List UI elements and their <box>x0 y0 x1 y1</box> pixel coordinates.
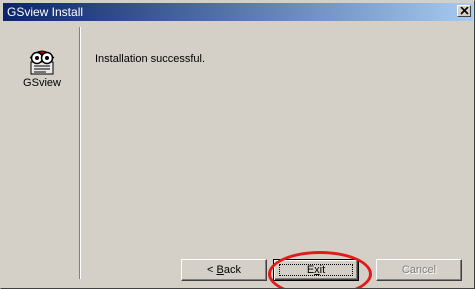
back-button[interactable]: < Back <box>181 259 267 281</box>
close-button[interactable] <box>457 5 471 17</box>
title-bar[interactable]: GSview Install <box>3 3 473 21</box>
window-title: GSview Install <box>7 5 84 19</box>
install-dialog: GSview Install GSview Installation succe… <box>0 0 475 289</box>
back-rest: ack <box>223 264 241 276</box>
gsview-app-icon <box>29 50 55 75</box>
exit-button[interactable]: Exit <box>273 259 359 281</box>
app-label: GSview <box>23 77 61 89</box>
back-prefix: < <box>207 264 217 276</box>
close-icon <box>460 7 469 15</box>
sidebar: GSview <box>7 27 77 279</box>
focus-rectangle <box>279 264 353 276</box>
vertical-divider <box>79 27 81 279</box>
cancel-button[interactable]: Cancel <box>376 259 462 281</box>
status-message: Installation successful. <box>95 53 206 65</box>
back-mnemonic: B <box>216 264 224 276</box>
